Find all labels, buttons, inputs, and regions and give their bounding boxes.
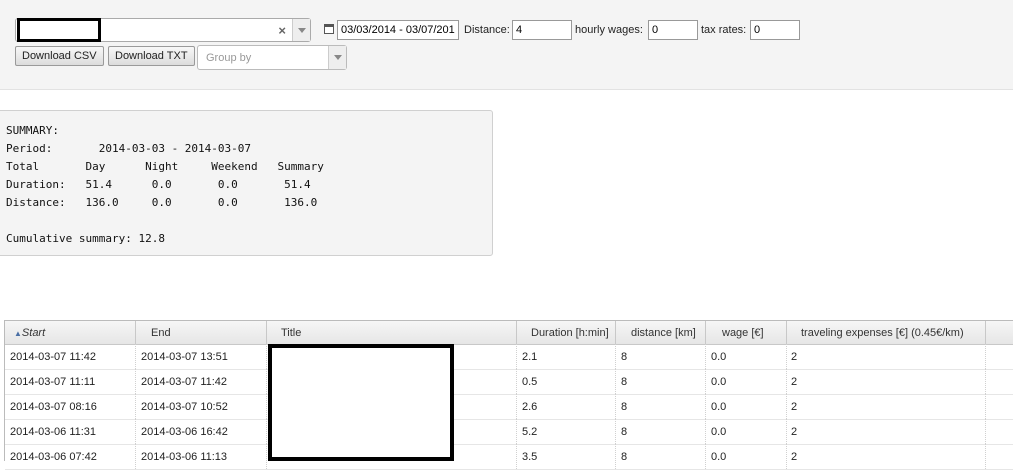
cell-end: 2014-03-06 11:13 — [136, 444, 267, 469]
table-row[interactable]: 2014-03-06 11:31 2014-03-06 16:42 5.2 8 … — [5, 419, 1013, 445]
summary-period: Period: 2014-03-03 - 2014-03-07 — [6, 142, 252, 155]
column-header-start[interactable]: ▲Start — [5, 321, 136, 344]
cell-distance: 8 — [616, 344, 706, 369]
cell-distance: 8 — [616, 419, 706, 444]
redacted-selection — [17, 18, 101, 42]
sort-ascending-icon: ▲ — [14, 329, 22, 338]
table-row[interactable]: 2014-03-07 11:42 2014-03-07 13:51 2.1 8 … — [5, 344, 1013, 370]
cell-end: 2014-03-07 10:52 — [136, 394, 267, 419]
distance-label: Distance: — [464, 24, 510, 36]
cell-start: 2014-03-06 07:42 — [5, 444, 136, 469]
cell-traveling-expenses: 2 — [787, 344, 986, 369]
column-header-duration[interactable]: Duration [h:min] — [517, 321, 616, 344]
summary-header-row: Total Day Night Weekend Summary — [6, 160, 324, 173]
cell-traveling-expenses: 2 — [787, 444, 986, 469]
download-csv-button[interactable]: Download CSV — [15, 46, 104, 66]
cell-traveling-expenses: 2 — [787, 419, 986, 444]
cell-wage: 0.0 — [706, 444, 787, 469]
table-header: ▲Start End Title Duration [h:min] distan… — [5, 321, 1013, 345]
summary-heading: SUMMARY: — [6, 124, 59, 137]
cell-traveling-expenses: 2 — [787, 369, 986, 394]
table-row[interactable]: 2014-03-07 08:16 2014-03-07 10:52 2.6 8 … — [5, 394, 1013, 420]
distance-input[interactable] — [512, 20, 572, 40]
date-range-input[interactable] — [337, 20, 459, 40]
clear-selection-icon[interactable]: × — [278, 23, 286, 38]
column-header-title[interactable]: Title — [267, 321, 517, 344]
column-header-distance[interactable]: distance [km] — [616, 321, 706, 344]
cell-start: 2014-03-07 11:11 — [5, 369, 136, 394]
group-by-select[interactable]: Group by — [197, 45, 347, 70]
summary-distance-row: Distance: 136.0 0.0 0.0 136.0 — [6, 196, 318, 209]
download-txt-button[interactable]: Download TXT — [108, 46, 195, 66]
cell-traveling-expenses: 2 — [787, 394, 986, 419]
cell-start: 2014-03-06 11:31 — [5, 419, 136, 444]
cell-distance: 8 — [616, 369, 706, 394]
cell-end: 2014-03-07 11:42 — [136, 369, 267, 394]
filter-toolbar: × Distance: hourly wages: tax rates: Dow… — [0, 0, 1013, 90]
table-row[interactable]: 2014-03-06 07:42 2014-03-06 11:13 3.5 8 … — [5, 444, 1013, 470]
calendar-icon[interactable] — [324, 24, 334, 34]
hourly-wages-label: hourly wages: — [575, 24, 643, 36]
hourly-wages-input[interactable] — [648, 20, 698, 40]
cell-duration: 0.5 — [517, 369, 616, 394]
table-row[interactable]: 2014-03-07 11:11 2014-03-07 11:42 0.5 8 … — [5, 369, 1013, 395]
column-header-label: Start — [21, 327, 46, 339]
cell-wage: 0.0 — [706, 344, 787, 369]
cell-wage: 0.0 — [706, 419, 787, 444]
cell-distance: 8 — [616, 394, 706, 419]
cell-wage: 0.0 — [706, 369, 787, 394]
chevron-down-icon[interactable] — [292, 19, 310, 41]
cell-start: 2014-03-07 08:16 — [5, 394, 136, 419]
cell-start: 2014-03-07 11:42 — [5, 344, 136, 369]
summary-cumulative: Cumulative summary: 12.8 — [6, 232, 165, 245]
column-header-end[interactable]: End — [136, 321, 267, 344]
cell-end: 2014-03-07 13:51 — [136, 344, 267, 369]
cell-duration: 2.1 — [517, 344, 616, 369]
cell-end: 2014-03-06 16:42 — [136, 419, 267, 444]
cell-wage: 0.0 — [706, 394, 787, 419]
cell-duration: 5.2 — [517, 419, 616, 444]
cell-duration: 2.6 — [517, 394, 616, 419]
summary-panel: SUMMARY: Period: 2014-03-03 - 2014-03-07… — [0, 110, 493, 256]
cell-distance: 8 — [616, 444, 706, 469]
redacted-titles — [268, 344, 454, 461]
tax-rates-label: tax rates: — [701, 24, 747, 36]
project-select[interactable]: × — [15, 18, 311, 42]
entries-table: ▲Start End Title Duration [h:min] distan… — [4, 320, 1013, 470]
cell-duration: 3.5 — [517, 444, 616, 469]
tax-rates-input[interactable] — [750, 20, 800, 40]
column-header-wage[interactable]: wage [€] — [706, 321, 787, 344]
group-by-placeholder: Group by — [206, 52, 252, 64]
chevron-down-icon[interactable] — [328, 46, 346, 69]
summary-duration-row: Duration: 51.4 0.0 0.0 51.4 — [6, 178, 311, 191]
column-header-traveling-expenses[interactable]: traveling expenses [€] (0.45€/km) — [787, 321, 986, 344]
